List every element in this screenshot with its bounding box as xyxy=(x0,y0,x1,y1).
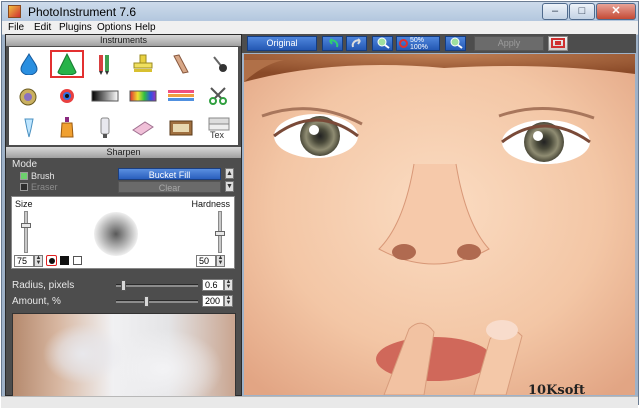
size-slider-thumb[interactable] xyxy=(21,223,31,228)
amount-slider-thumb[interactable] xyxy=(143,296,149,307)
watermark: 10Ksoft xyxy=(528,383,585,398)
brush-label: Brush xyxy=(31,171,55,181)
bottle-icon[interactable] xyxy=(51,115,83,141)
gradient-bar-icon[interactable] xyxy=(89,83,121,109)
app-icon xyxy=(8,5,21,18)
instruments-palette: Tex xyxy=(9,47,238,145)
round-brush-shape[interactable] xyxy=(46,255,57,266)
title-bar: PhotoInstrument 7.6 – □ ✕ xyxy=(2,2,638,21)
save-button[interactable] xyxy=(548,36,568,51)
tube-icon[interactable] xyxy=(89,115,121,141)
redo-button[interactable] xyxy=(346,36,367,51)
clear-menu-arrow[interactable]: ▼ xyxy=(225,181,234,192)
pencils-icon[interactable] xyxy=(89,51,121,77)
drop-icon[interactable] xyxy=(13,51,45,77)
navigator-preview[interactable] xyxy=(12,313,236,397)
eraser-icon[interactable] xyxy=(127,115,159,141)
menu-help[interactable]: Help xyxy=(135,22,156,33)
dropper-icon[interactable] xyxy=(13,115,45,141)
amount-spin[interactable]: ▲ ▼ xyxy=(224,295,233,307)
bucket-menu-arrow[interactable]: ▲ xyxy=(225,168,234,179)
instruments-header: Instruments xyxy=(6,35,241,46)
custom-brush-shape[interactable] xyxy=(73,256,82,265)
zoom-in-icon xyxy=(450,37,463,49)
brush-preview xyxy=(94,212,138,256)
hardness-value[interactable]: 50 xyxy=(196,255,216,267)
scissors-icon[interactable] xyxy=(203,83,235,109)
ruler-icon[interactable] xyxy=(165,51,197,77)
album-icon[interactable] xyxy=(165,115,197,141)
spectrum-icon[interactable] xyxy=(165,83,197,109)
hardness-spin[interactable]: ▲ ▼ xyxy=(216,255,225,267)
bucket-fill-button[interactable]: Bucket Fill xyxy=(118,168,221,180)
film-icon xyxy=(551,38,565,48)
amount-value[interactable]: 200 xyxy=(202,295,224,307)
stamp-icon[interactable] xyxy=(127,51,159,77)
bomb-icon[interactable] xyxy=(13,83,45,109)
left-panel: Instruments Tex Sharpen Mode Brush Erase… xyxy=(5,34,242,397)
undo-icon xyxy=(328,38,338,48)
size-slider[interactable] xyxy=(24,211,28,253)
clear-button[interactable]: Clear xyxy=(118,181,221,193)
hardness-label: Hardness xyxy=(191,199,230,209)
radius-slider[interactable] xyxy=(116,284,198,287)
menu-plugins[interactable]: Plugins xyxy=(59,22,92,33)
zoom-top-value: 50% xyxy=(410,37,425,44)
radius-value[interactable]: 0.6 xyxy=(202,279,224,291)
sharpen-header: Sharpen xyxy=(6,147,241,158)
eye-icon[interactable] xyxy=(51,83,83,109)
zoom-toggle-icon xyxy=(399,39,408,48)
menu-file[interactable]: File xyxy=(8,22,24,33)
square-brush-shape[interactable] xyxy=(60,256,69,265)
zoom-readout[interactable]: 50% 100% xyxy=(396,36,440,51)
zoom-in-button[interactable] xyxy=(445,36,466,51)
undo-button[interactable] xyxy=(322,36,343,51)
redo-icon xyxy=(351,38,361,48)
mode-label: Mode xyxy=(12,159,38,170)
maximize-button[interactable]: □ xyxy=(569,3,595,20)
menu-bar: File Edit Plugins Options Help xyxy=(2,21,638,35)
text-stack-icon[interactable]: Tex xyxy=(203,115,235,141)
svg-text:Tex: Tex xyxy=(210,130,225,140)
menu-options[interactable]: Options xyxy=(97,22,131,33)
radius-spin[interactable]: ▲ ▼ xyxy=(224,279,233,291)
radius-slider-thumb[interactable] xyxy=(120,280,126,291)
brush-radio[interactable] xyxy=(20,172,28,180)
child-photo xyxy=(244,54,635,395)
size-value[interactable]: 75 xyxy=(14,255,34,267)
zoom-out-button[interactable] xyxy=(372,36,393,51)
eraser-radio[interactable] xyxy=(20,183,28,191)
cone-icon[interactable] xyxy=(50,50,84,78)
eraser-label: Eraser xyxy=(31,182,58,192)
zoom-bottom-value: 100% xyxy=(410,44,428,51)
close-button[interactable]: ✕ xyxy=(596,3,636,20)
hardness-slider-thumb[interactable] xyxy=(215,231,225,236)
original-button[interactable]: Original xyxy=(247,36,317,51)
amount-label: Amount, % xyxy=(12,296,61,307)
radius-label: Radius, pixels xyxy=(12,280,75,291)
zoom-out-icon xyxy=(377,37,390,49)
menu-edit[interactable]: Edit xyxy=(34,22,51,33)
size-spin[interactable]: ▲ ▼ xyxy=(34,255,43,267)
minimize-button[interactable]: – xyxy=(542,3,568,20)
image-canvas[interactable] xyxy=(244,54,635,395)
amount-slider[interactable] xyxy=(116,300,198,303)
brush-settings-box: Size Hardness 75 ▲ ▼ 50 ▲ ▼ xyxy=(11,196,235,269)
window-title: PhotoInstrument 7.6 xyxy=(28,5,137,19)
pin-icon[interactable] xyxy=(203,51,235,77)
apply-button[interactable]: Apply xyxy=(474,36,544,51)
toolbar: Original 50% 100% Apply xyxy=(242,34,636,53)
rainbow-bar-icon[interactable] xyxy=(127,83,159,109)
size-label: Size xyxy=(15,199,33,209)
